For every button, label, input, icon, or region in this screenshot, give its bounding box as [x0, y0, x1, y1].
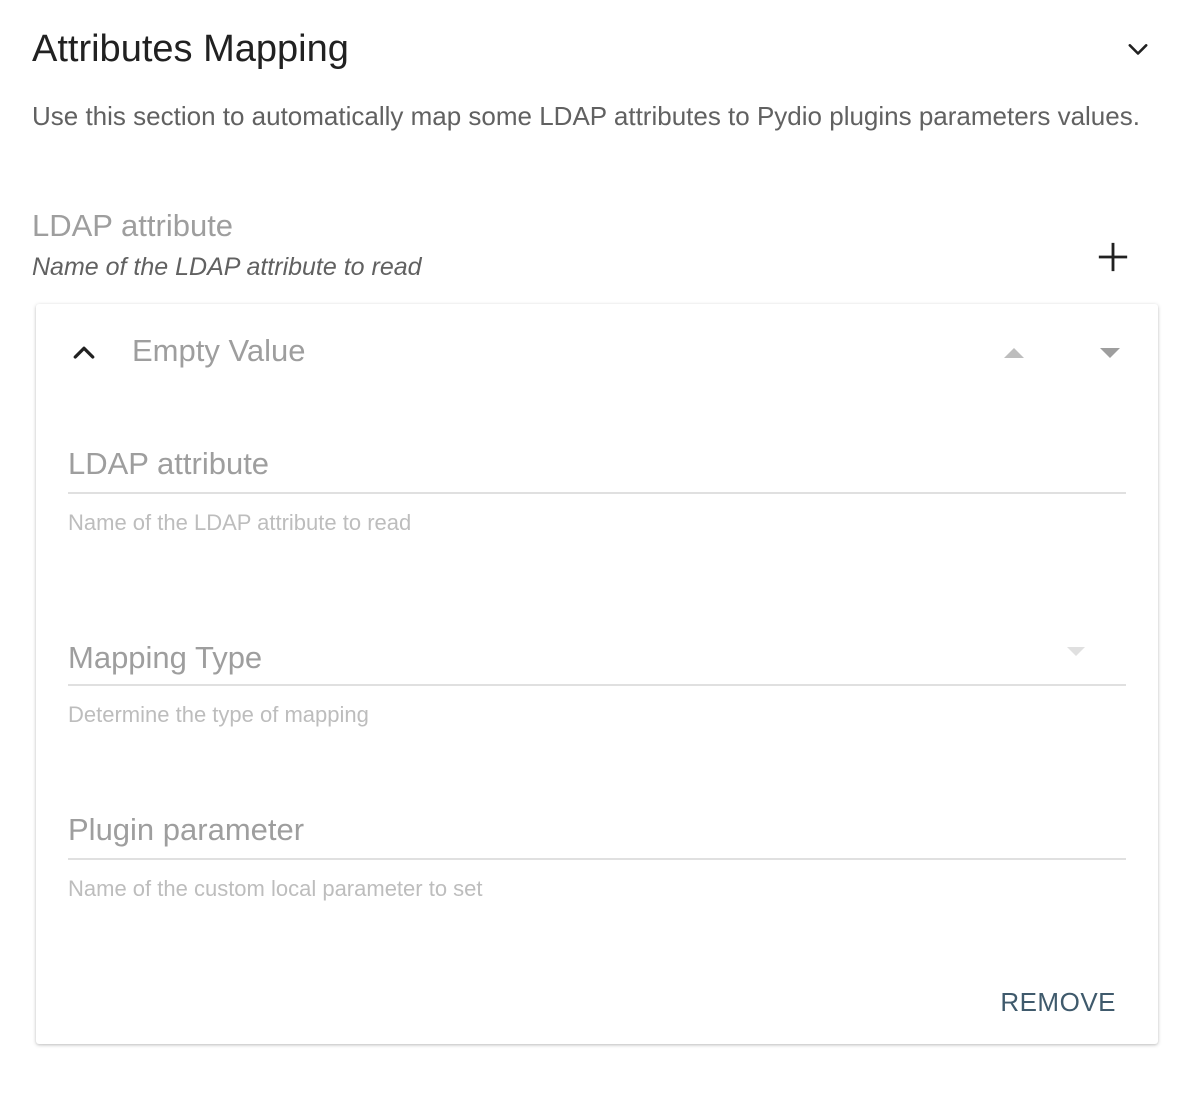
- mapping-type-field: Mapping Type Determine the type of mappi…: [68, 628, 1126, 730]
- plus-icon: [1098, 242, 1128, 272]
- add-mapping-button[interactable]: [1088, 232, 1138, 282]
- caret-down-icon: [1100, 348, 1120, 358]
- mapping-type-hint: Determine the type of mapping: [68, 702, 369, 727]
- remove-button[interactable]: REMOVE: [990, 984, 1126, 1020]
- caret-down-icon: [1067, 647, 1085, 656]
- mapping-card: Empty Value Name of the LDAP attribute t…: [36, 304, 1158, 1044]
- chevron-up-icon: [73, 346, 95, 359]
- group-label: LDAP attribute: [32, 208, 234, 243]
- section-description: Use this section to automatically map so…: [32, 101, 1140, 131]
- caret-up-icon: [1004, 348, 1024, 358]
- move-up-button[interactable]: [994, 338, 1034, 368]
- collapse-section-button[interactable]: [1120, 32, 1156, 68]
- mapping-type-placeholder: Mapping Type: [68, 640, 263, 675]
- card-title: Empty Value: [132, 333, 306, 368]
- mapping-type-select[interactable]: Mapping Type: [68, 628, 1126, 686]
- group-hint: Name of the LDAP attribute to read: [32, 253, 422, 281]
- ldap-attribute-input[interactable]: [68, 436, 1126, 494]
- attributes-mapping-section: Attributes Mapping Use this section to a…: [0, 0, 1190, 1094]
- plugin-parameter-input[interactable]: [68, 802, 1126, 860]
- move-down-button[interactable]: [1090, 338, 1130, 368]
- plugin-parameter-field: Name of the custom local parameter to se…: [68, 802, 1126, 904]
- expand-card-button[interactable]: [64, 332, 104, 372]
- chevron-down-icon: [1128, 44, 1148, 55]
- plugin-parameter-hint: Name of the custom local parameter to se…: [68, 876, 483, 901]
- ldap-attribute-field: Name of the LDAP attribute to read: [68, 436, 1126, 538]
- section-title: Attributes Mapping: [32, 28, 349, 70]
- section-header: Attributes Mapping: [32, 26, 1156, 74]
- ldap-attribute-hint: Name of the LDAP attribute to read: [68, 510, 412, 535]
